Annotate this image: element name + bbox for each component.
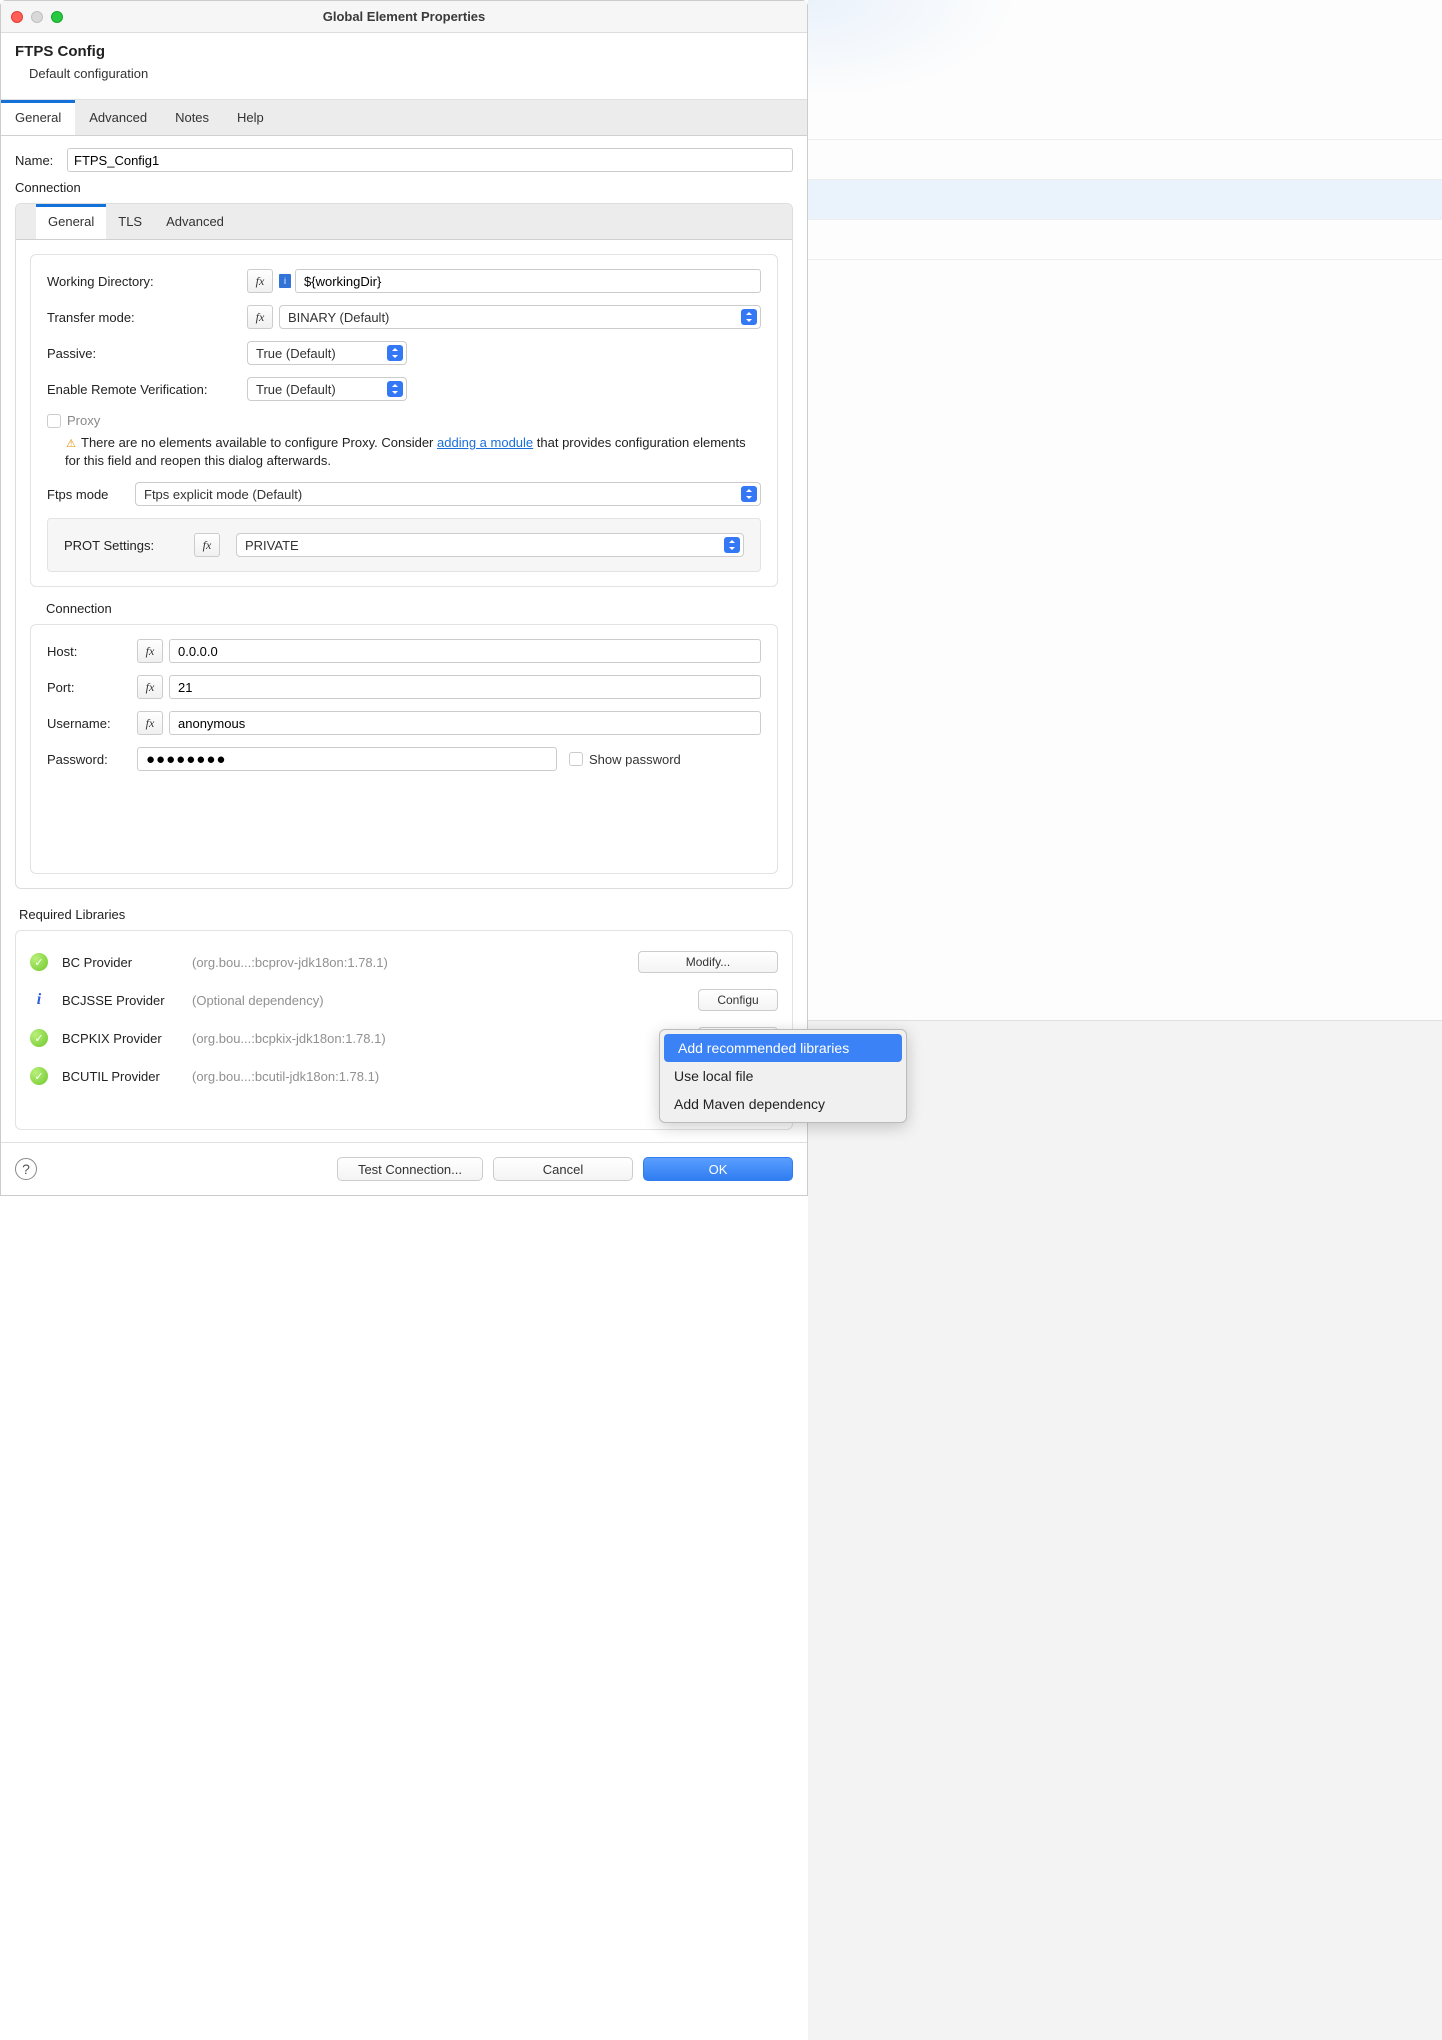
ftps-mode-select[interactable]: Ftps explicit mode (Default) [135,482,761,506]
chevron-updown-icon [741,486,757,502]
remote-verif-label: Enable Remote Verification: [47,382,247,397]
test-connection-button[interactable]: Test Connection... [337,1157,483,1181]
info-badge-icon: i [279,274,291,288]
password-label: Password: [47,752,137,767]
library-row: i BCJSSE Provider (Optional dependency) … [30,981,778,1019]
library-detail: (org.bou...:bcpkix-jdk18on:1.78.1) [192,1031,698,1046]
config-subtitle: Default configuration [29,66,793,81]
ok-button[interactable]: OK [643,1157,793,1181]
name-label: Name: [15,153,67,168]
tab-advanced[interactable]: Advanced [75,100,161,135]
chevron-updown-icon [387,381,403,397]
configure-popup-menu: Add recommended libraries Use local file… [659,1029,907,1123]
library-detail: (Optional dependency) [192,993,698,1008]
port-input[interactable] [169,675,761,699]
show-password-checkbox[interactable] [569,752,583,766]
library-name: BCPKIX Provider [62,1031,192,1046]
fx-button-username[interactable]: fx [137,711,163,735]
tab-help[interactable]: Help [223,100,278,135]
tab-general[interactable]: General [1,100,75,135]
menu-add-maven[interactable]: Add Maven dependency [660,1090,906,1118]
library-row: ✓ BC Provider (org.bou...:bcprov-jdk18on… [30,943,778,981]
prot-value: PRIVATE [245,538,299,553]
modify-button[interactable]: Modify... [638,951,778,973]
fx-button-port[interactable]: fx [137,675,163,699]
fx-button-transfer-mode[interactable]: fx [247,305,273,329]
check-ok-icon: ✓ [30,1067,48,1085]
fx-button-prot[interactable]: fx [194,533,220,557]
dialog-header: FTPS Config Default configuration [1,33,807,100]
transfer-mode-select[interactable]: BINARY (Default) [279,305,761,329]
titlebar: Global Element Properties [1,1,807,33]
inner-tab-general[interactable]: General [36,204,106,239]
outer-tabs: General Advanced Notes Help [1,100,807,136]
menu-use-local-file[interactable]: Use local file [660,1062,906,1090]
remote-verif-value: True (Default) [256,382,336,397]
connection-subsection-label: Connection [46,601,778,616]
port-label: Port: [47,680,137,695]
fx-button-working-dir[interactable]: fx [247,269,273,293]
chevron-updown-icon [741,309,757,325]
library-detail: (org.bou...:bcutil-jdk18on:1.78.1) [192,1069,698,1084]
check-ok-icon: ✓ [30,953,48,971]
passive-select[interactable]: True (Default) [247,341,407,365]
library-name: BCJSSE Provider [62,993,192,1008]
host-label: Host: [47,644,137,659]
library-name: BCUTIL Provider [62,1069,192,1084]
proxy-checkbox [47,414,61,428]
password-input[interactable] [137,747,557,771]
menu-add-recommended[interactable]: Add recommended libraries [664,1034,902,1062]
window-title: Global Element Properties [1,9,807,24]
prot-select[interactable]: PRIVATE [236,533,744,557]
dialog-footer: ? Test Connection... Cancel OK [1,1142,807,1195]
ftps-mode-value: Ftps explicit mode (Default) [144,487,302,502]
prot-label: PROT Settings: [64,538,184,553]
proxy-warning-message: ⚠There are no elements available to conf… [65,434,761,470]
library-detail: (org.bou...:bcprov-jdk18on:1.78.1) [192,955,638,970]
inner-tabs: General TLS Advanced [16,204,792,240]
username-input[interactable] [169,711,761,735]
working-dir-label: Working Directory: [47,274,247,289]
check-ok-icon: ✓ [30,1029,48,1047]
config-title: FTPS Config [15,43,793,60]
show-password-toggle[interactable]: Show password [569,752,681,767]
background-panel [808,0,1442,2010]
required-libraries-label: Required Libraries [19,907,793,922]
chevron-updown-icon [724,537,740,553]
username-label: Username: [47,716,137,731]
cancel-button[interactable]: Cancel [493,1157,633,1181]
dialog-window: Global Element Properties FTPS Config De… [0,0,808,1196]
proxy-label: Proxy [67,413,100,428]
passive-label: Passive: [47,346,247,361]
inner-tab-advanced[interactable]: Advanced [154,204,236,239]
connection-panel: General TLS Advanced Working Directory: … [15,203,793,889]
fx-button-host[interactable]: fx [137,639,163,663]
working-dir-input[interactable] [295,269,761,293]
ftps-mode-label: Ftps mode [47,487,135,502]
name-input[interactable] [67,148,793,172]
inner-tab-tls[interactable]: TLS [106,204,154,239]
remote-verif-select[interactable]: True (Default) [247,377,407,401]
library-name: BC Provider [62,955,192,970]
show-password-label: Show password [589,752,681,767]
connection-section-label: Connection [15,180,793,195]
transfer-mode-value: BINARY (Default) [288,310,389,325]
passive-value: True (Default) [256,346,336,361]
transfer-mode-label: Transfer mode: [47,310,247,325]
info-icon: i [30,991,48,1009]
chevron-updown-icon [387,345,403,361]
tab-notes[interactable]: Notes [161,100,223,135]
warning-icon: ⚠ [65,439,77,451]
host-input[interactable] [169,639,761,663]
adding-module-link[interactable]: adding a module [437,435,533,450]
configure-button[interactable]: Configu [698,989,778,1011]
help-button[interactable]: ? [15,1158,37,1180]
